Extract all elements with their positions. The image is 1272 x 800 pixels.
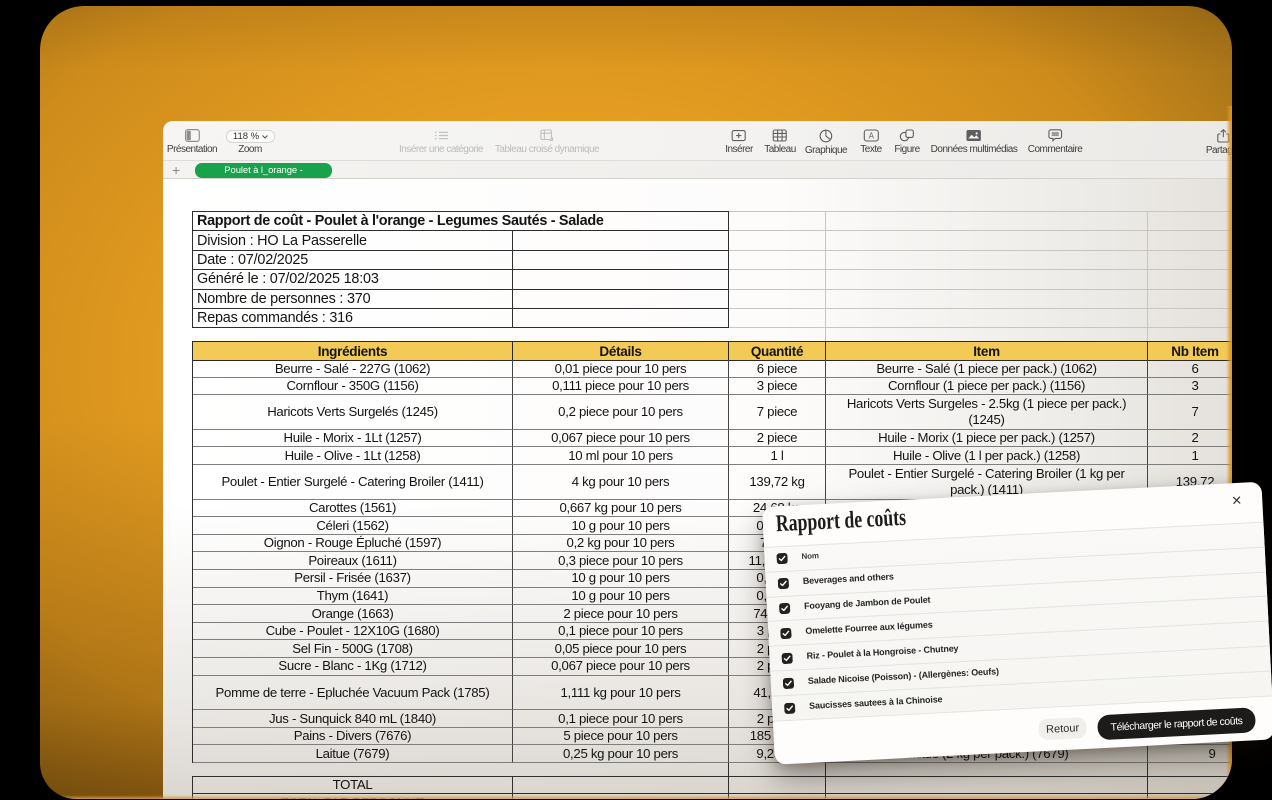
svg-text:A: A [868,132,874,141]
